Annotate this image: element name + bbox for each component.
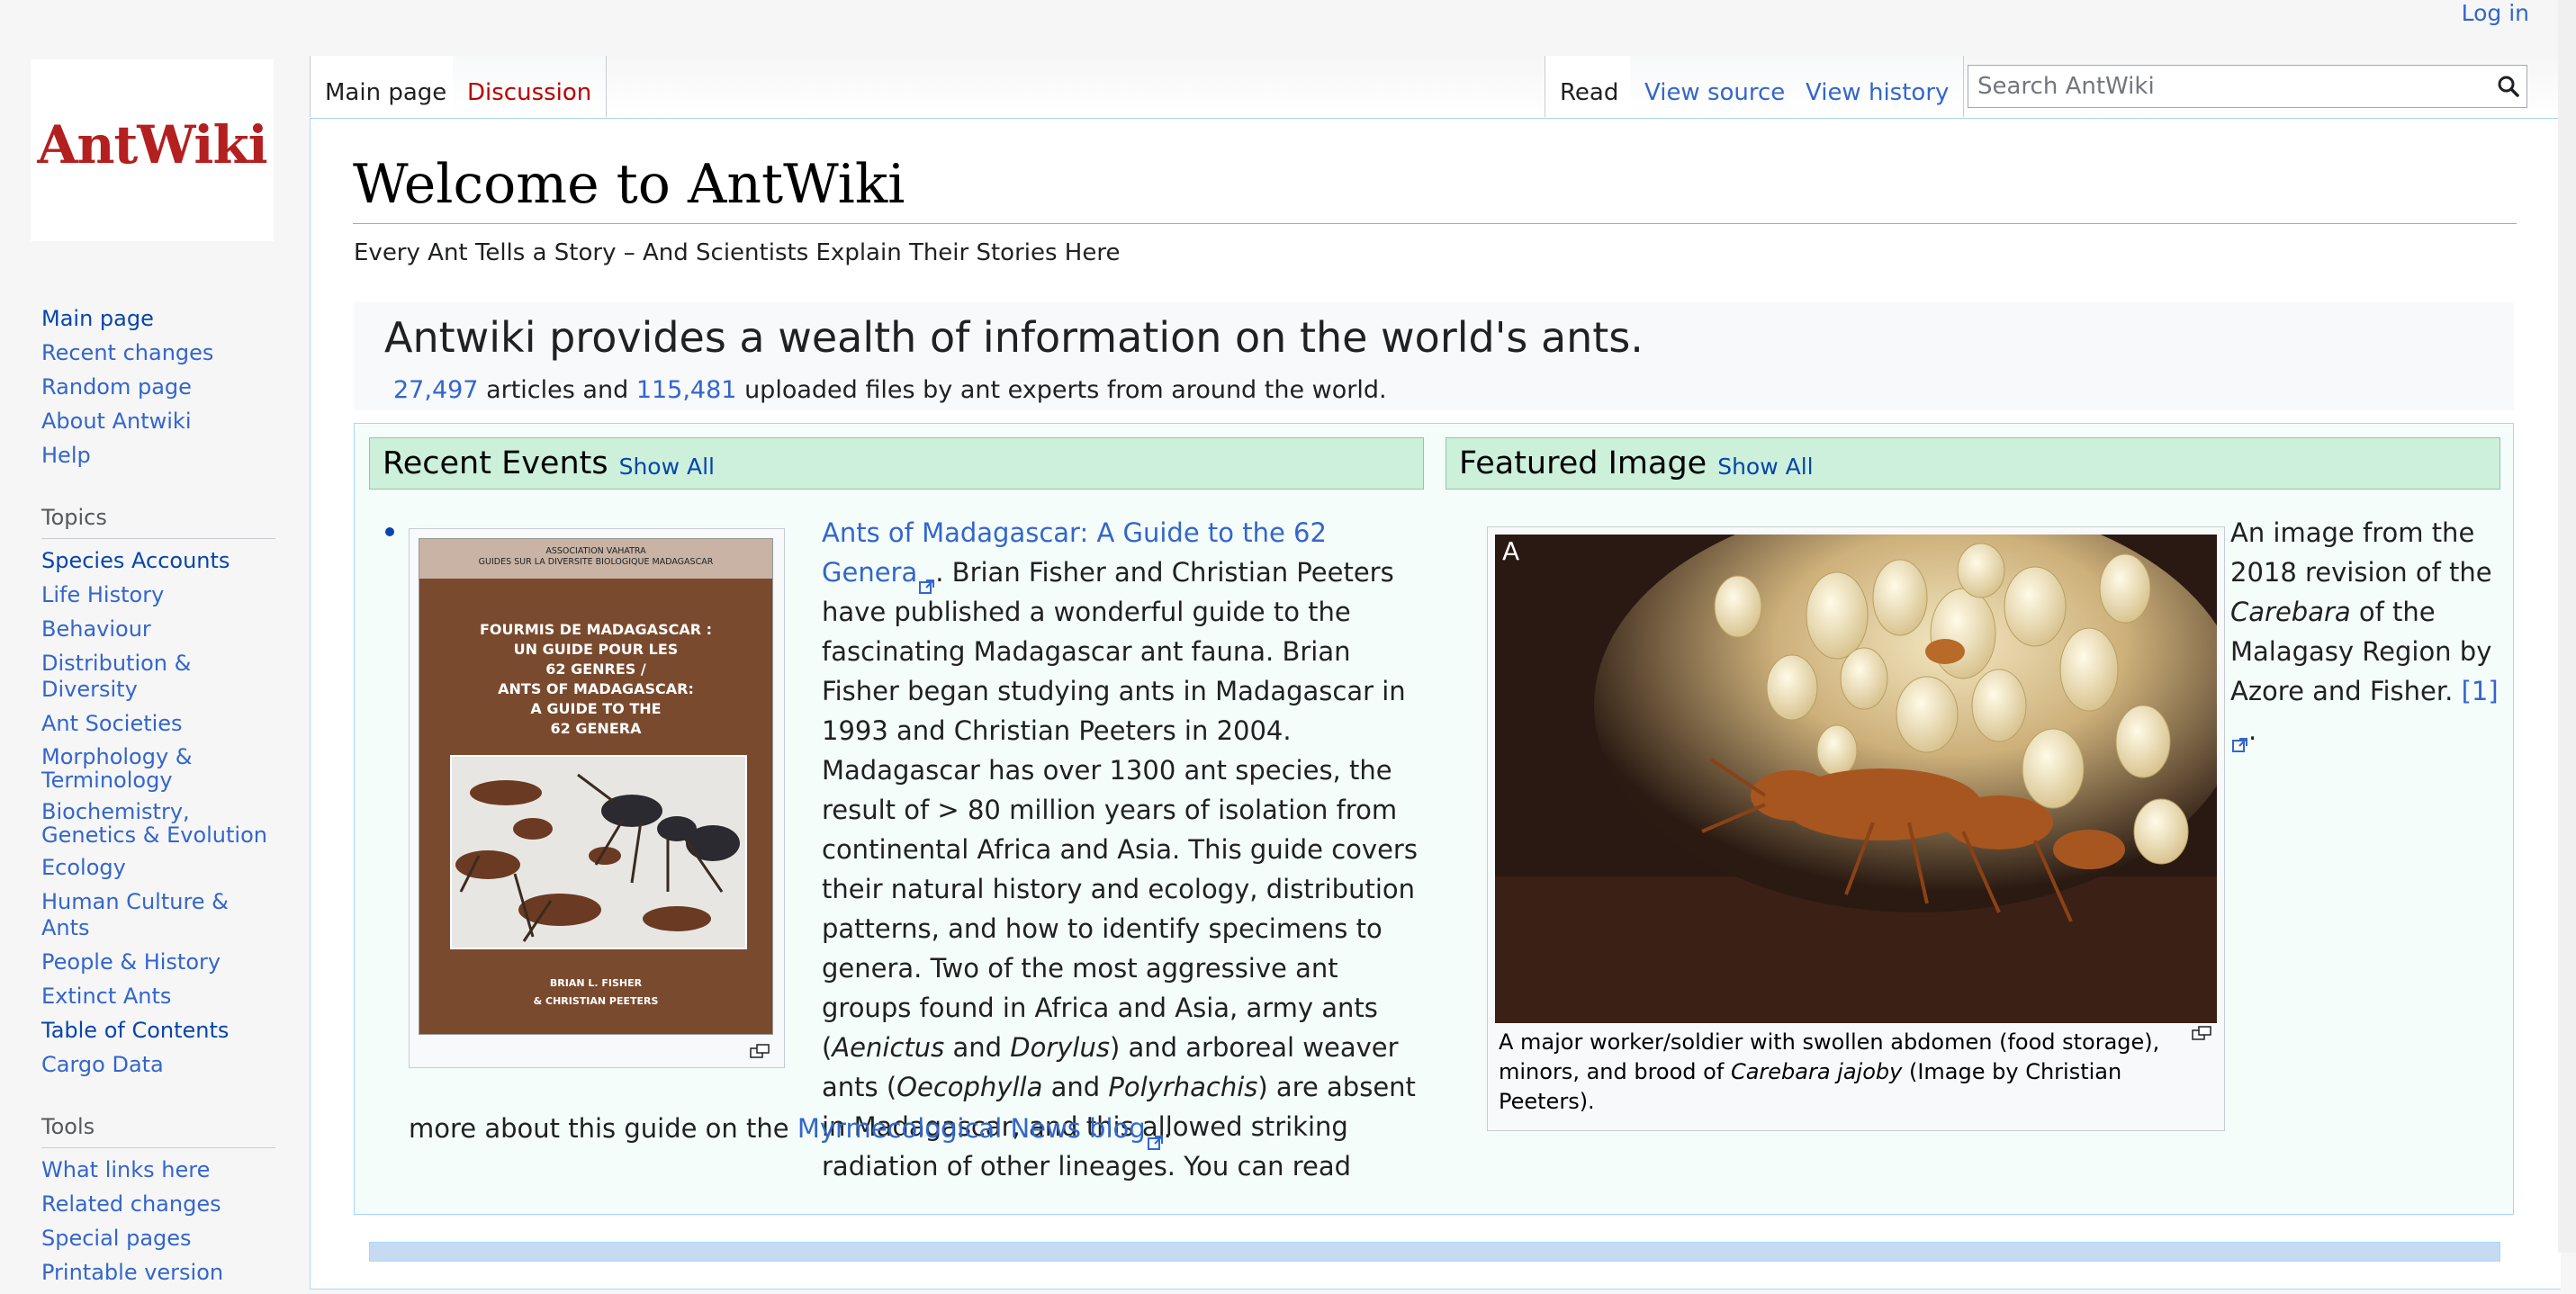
- tab-view-history-label: View history: [1806, 79, 1950, 106]
- sidebar-topics-heading: Topics: [41, 505, 275, 539]
- tab-read[interactable]: Read: [1545, 56, 1635, 117]
- featured-side-pre: An image from the 2018 revision of the: [2230, 517, 2492, 588]
- tab-discussion[interactable]: Discussion: [453, 56, 608, 117]
- book-cover-thumbnail[interactable]: ASSOCIATION VAHATRA GUIDES SUR LA DIVERS…: [409, 528, 785, 1068]
- sidebar-item-ant-societies[interactable]: Ant Societies: [41, 711, 275, 737]
- scrollbar[interactable]: [2558, 0, 2576, 1253]
- tab-read-label: Read: [1560, 79, 1619, 106]
- sidebar-item-printable-version[interactable]: Printable version: [41, 1260, 275, 1286]
- banner-stats: 27,497 articles and 115,481 uploaded fil…: [393, 376, 1387, 404]
- files-count-link[interactable]: 115,481: [636, 376, 737, 404]
- blog-link[interactable]: Myrmecological News blog: [797, 1113, 1146, 1144]
- tab-main-page[interactable]: Main page: [310, 56, 463, 117]
- and-text-1: and: [952, 1032, 1003, 1063]
- files-text: uploaded files by ant experts from aroun…: [744, 376, 1387, 404]
- next-panel-header: [369, 1242, 2500, 1262]
- intro-banner: Antwiki provides a wealth of information…: [354, 302, 2514, 410]
- sidebar-item-behaviour[interactable]: Behaviour: [41, 616, 275, 643]
- site-logo[interactable]: AntWiki: [31, 59, 274, 241]
- sidebar-item-recent-changes[interactable]: Recent changes: [41, 340, 275, 366]
- magnify-icon[interactable]: [2192, 1026, 2211, 1040]
- articles-text: articles and: [486, 376, 629, 404]
- login-link[interactable]: Log in: [2462, 0, 2529, 26]
- featured-reference-link[interactable]: [1]: [2462, 676, 2499, 706]
- book-cover-title: FOURMIS DE MADAGASCAR : UN GUIDE POUR LE…: [479, 621, 712, 737]
- featured-image-header: Featured Image Show All: [1446, 437, 2500, 490]
- sidebar-item-biochemistry[interactable]: Biochemistry, Genetics & Evolution: [41, 800, 275, 847]
- featured-side-genus: Carebara: [2230, 597, 2351, 627]
- recent-events-show-all[interactable]: Show All: [619, 454, 715, 480]
- event-last-prefix: more about this guide on the: [409, 1113, 789, 1144]
- sidebar-topics: Species Accounts Life History Behaviour …: [41, 548, 275, 1078]
- tab-main-page-label: Main page: [325, 79, 447, 106]
- logo-text: AntWiki: [37, 114, 267, 175]
- articles-count-link[interactable]: 27,497: [393, 376, 478, 404]
- sidebar-item-main-page[interactable]: Main page: [41, 306, 275, 332]
- sidebar-item-table-of-contents[interactable]: Table of Contents: [41, 1018, 275, 1044]
- tab-view-source[interactable]: View source: [1630, 56, 1801, 117]
- featured-image-caption: A major worker/soldier with swollen abdo…: [1499, 1028, 2183, 1117]
- book-cover-image[interactable]: ASSOCIATION VAHATRA GUIDES SUR LA DIVERS…: [419, 538, 773, 1035]
- sidebar-item-related-changes[interactable]: Related changes: [41, 1191, 275, 1218]
- search-box: [1968, 65, 2527, 108]
- sidebar-item-random-page[interactable]: Random page: [41, 374, 275, 400]
- featured-image-show-all[interactable]: Show All: [1717, 454, 1813, 480]
- sidebar-tools-heading: Tools: [41, 1114, 275, 1148]
- featured-image-label: A: [1502, 536, 1520, 566]
- list-bullet: [385, 527, 394, 536]
- genus-aenictus: Aenictus: [832, 1032, 945, 1063]
- featured-image-heading: Featured Image: [1459, 445, 1707, 481]
- personal-tools: Log in: [2462, 0, 2529, 26]
- page-tagline: Every Ant Tells a Story – And Scientists…: [354, 239, 1121, 266]
- sidebar-navigation: Main page Recent changes Random page Abo…: [41, 306, 275, 469]
- featured-image-photo[interactable]: [1495, 535, 2217, 1023]
- sidebar-item-people-history[interactable]: People & History: [41, 949, 275, 975]
- banner-headline: Antwiki provides a wealth of information…: [384, 313, 1644, 362]
- recent-events-heading: Recent Events: [383, 445, 608, 481]
- external-link-icon: [2232, 724, 2248, 752]
- tab-view-source-label: View source: [1644, 79, 1786, 106]
- genus-polyrhachis: Polyrhachis: [1108, 1072, 1258, 1102]
- sidebar-item-morphology[interactable]: Morphology & Terminology: [41, 745, 275, 792]
- genus-dorylus: Dorylus: [1010, 1032, 1110, 1063]
- sidebar-item-special-pages[interactable]: Special pages: [41, 1226, 275, 1252]
- featured-image-thumbnail[interactable]: A A major worker/soldier with swollen ab…: [1487, 526, 2225, 1131]
- recent-event-last-line: more about this guide on the Myrmecologi…: [409, 1109, 1172, 1150]
- search-input[interactable]: [1976, 72, 2490, 101]
- sidebar-item-cargo-data[interactable]: Cargo Data: [41, 1052, 275, 1078]
- external-link-icon: [919, 566, 935, 594]
- recent-event-text: Ants of Madagascar: A Guide to the 62 Ge…: [822, 517, 1418, 1182]
- sidebar-item-ecology[interactable]: Ecology: [41, 855, 275, 881]
- sidebar-item-extinct-ants[interactable]: Extinct Ants: [41, 984, 275, 1010]
- sidebar-item-life-history[interactable]: Life History: [41, 582, 275, 608]
- external-link-icon: [1147, 1122, 1164, 1150]
- sidebar-item-about[interactable]: About Antwiki: [41, 409, 275, 435]
- search-icon[interactable]: [2490, 68, 2526, 104]
- sidebar-item-distribution[interactable]: Distribution & Diversity: [41, 651, 275, 703]
- sidebar-item-human-culture[interactable]: Human Culture & Ants: [41, 889, 275, 941]
- caption-species: Carebara jajoby: [1730, 1059, 1903, 1084]
- event-body-1: Brian Fisher and Christian Peeters have …: [822, 557, 1418, 1063]
- tab-discussion-label: Discussion: [467, 79, 592, 106]
- magnify-icon[interactable]: [750, 1044, 770, 1058]
- sidebar-tools: What links here Related changes Special …: [41, 1157, 275, 1286]
- sidebar-item-species-accounts[interactable]: Species Accounts: [41, 548, 275, 574]
- sidebar-item-what-links-here[interactable]: What links here: [41, 1157, 275, 1183]
- sidebar-item-help[interactable]: Help: [41, 443, 275, 469]
- and-text-2: and: [1050, 1072, 1101, 1102]
- sidebar: Main page Recent changes Random page Abo…: [41, 306, 275, 1294]
- book-cover-authors: BRIAN L. FISHER & CHRISTIAN PEETERS: [533, 977, 659, 1007]
- tab-view-history[interactable]: View history: [1791, 56, 1965, 117]
- recent-events-header: Recent Events Show All: [369, 437, 1424, 490]
- book-cover-ant-photo: [450, 755, 747, 949]
- book-cover-band: ASSOCIATION VAHATRA GUIDES SUR LA DIVERS…: [419, 539, 772, 579]
- page-title: Welcome to AntWiki: [353, 151, 2517, 224]
- featured-image-description: An image from the 2018 revision of the C…: [2230, 513, 2500, 752]
- genus-oecophylla: Oecophylla: [896, 1072, 1043, 1102]
